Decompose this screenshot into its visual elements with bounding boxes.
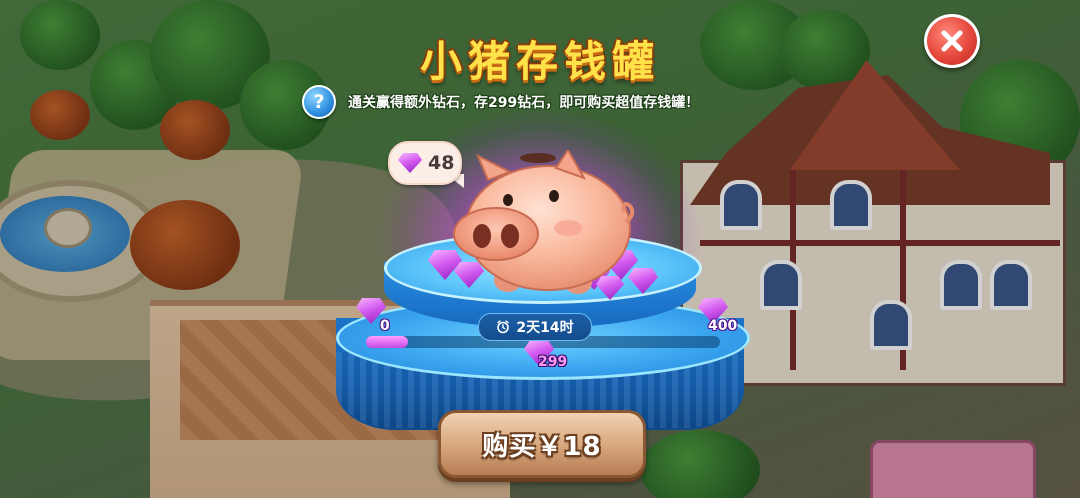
countdown-timer: 2天14时 (478, 313, 592, 341)
progress-min-label: 0 (380, 318, 390, 334)
diamond-icon (398, 153, 422, 173)
close-icon (941, 30, 963, 52)
progress-max-label: 400 (708, 318, 738, 334)
progress-target-label: 299 (538, 354, 568, 370)
popup-title: 小猪存钱罐 (419, 37, 660, 86)
balance-bubble: 48 (388, 141, 462, 185)
savings-progress-fill (366, 336, 408, 348)
buy-button-label: 购买￥18 (482, 431, 602, 462)
piggy-bank (453, 150, 635, 294)
balance-value: 48 (428, 152, 455, 174)
alarm-clock-icon (497, 320, 510, 334)
game-scene: 小猪存钱罐 ? 通关赢得额外钻石，存299钻石，即可购买超值存钱罐！ 0 400… (0, 0, 1080, 498)
help-description: 通关赢得额外钻石，存299钻石，即可购买超值存钱罐！ (348, 95, 700, 111)
close-button[interactable] (924, 14, 980, 68)
buy-button[interactable]: 购买￥18 (438, 410, 646, 478)
timer-text: 2天14时 (516, 320, 574, 336)
help-question-icon[interactable]: ? (302, 85, 336, 119)
